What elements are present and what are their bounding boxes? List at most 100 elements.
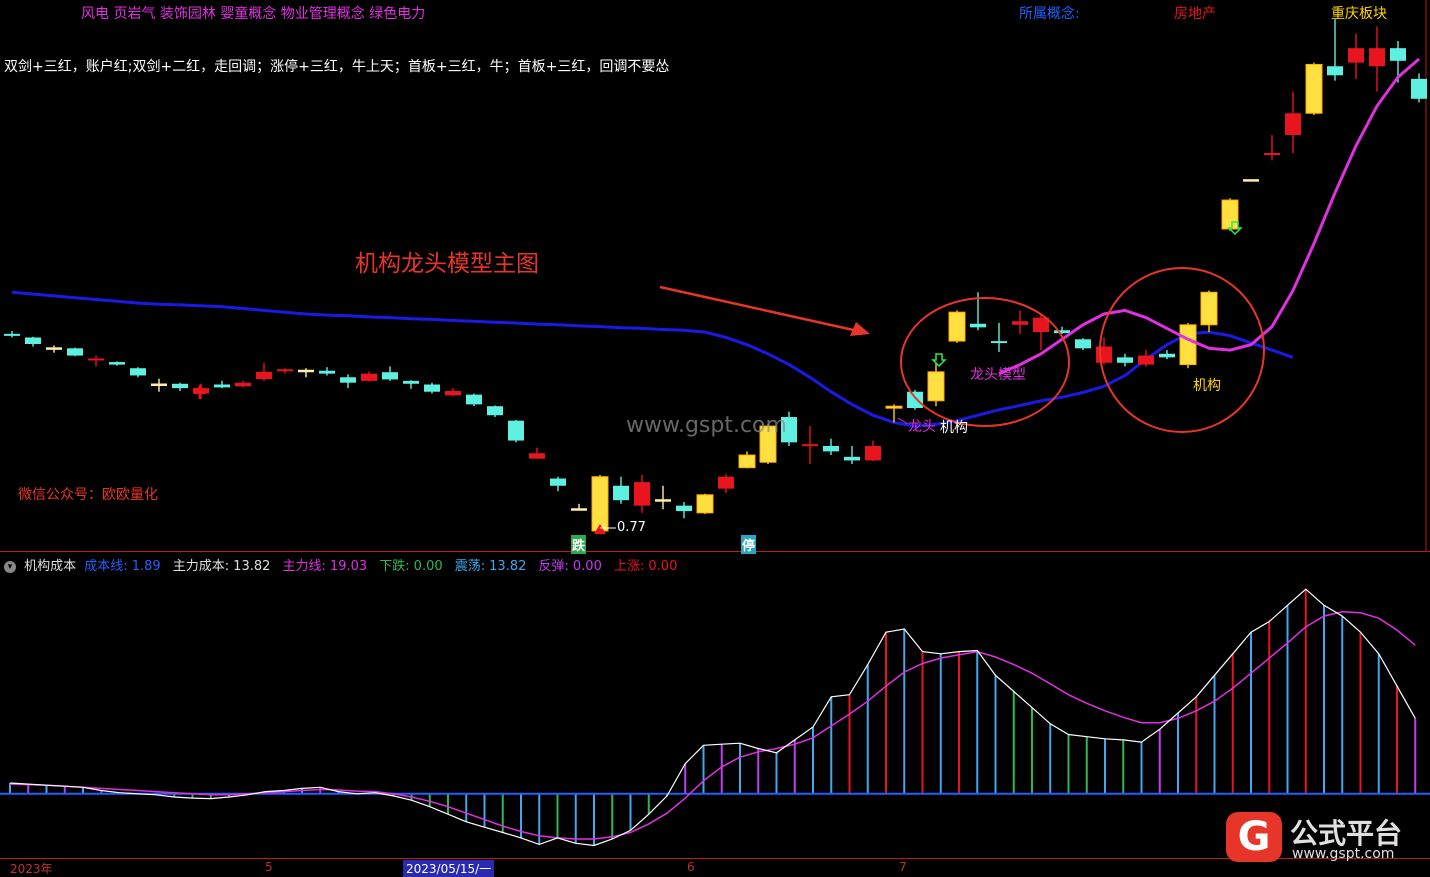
collapse-icon[interactable]: ▾ <box>4 560 16 573</box>
panel-divider <box>0 551 1430 552</box>
indicator-chart[interactable] <box>0 553 1430 859</box>
candle-body <box>214 384 230 388</box>
candle <box>676 502 692 519</box>
candle-body <box>802 444 818 447</box>
candle <box>1264 134 1280 161</box>
candle-body <box>508 420 524 441</box>
candle-body <box>319 370 335 374</box>
candle-body <box>1411 78 1427 99</box>
candle-body <box>948 311 966 342</box>
candle <box>508 419 524 443</box>
candle <box>550 476 566 492</box>
candle-body <box>340 377 356 383</box>
candle <box>487 405 503 418</box>
candle-body <box>718 476 734 489</box>
logo-url: www.gspt.com <box>1292 846 1395 862</box>
candle <box>277 368 293 374</box>
signal-arrow-icon <box>931 353 947 368</box>
date-label-year: 2023年 <box>10 862 53 876</box>
candle-body <box>970 323 986 328</box>
candle-body <box>823 445 839 452</box>
candle-body <box>382 372 398 380</box>
candle <box>256 362 272 381</box>
candle <box>319 367 335 376</box>
industry-label[interactable]: 房地产 <box>1174 3 1216 23</box>
dragon-model-label: 龙头模型 <box>970 367 1026 383</box>
down-signal-badge: 跌 <box>571 535 587 554</box>
candle <box>109 361 125 366</box>
candle-body <box>4 333 20 336</box>
candle <box>927 362 945 407</box>
candle-body <box>1305 63 1323 114</box>
candle <box>1243 179 1259 182</box>
candle <box>1369 26 1385 92</box>
candle <box>802 426 818 465</box>
candle-body <box>1264 153 1280 156</box>
candle-body <box>1200 291 1218 326</box>
date-axis <box>0 858 1430 859</box>
candle <box>1075 338 1091 351</box>
candle <box>718 474 734 493</box>
candle-body <box>634 482 650 506</box>
candle-body <box>130 368 146 376</box>
indicator-name[interactable]: 机构成本 <box>24 559 76 574</box>
indicator-magenta-line <box>9 611 1416 840</box>
candle-body <box>885 405 903 409</box>
candle <box>738 451 756 469</box>
candle-body <box>696 494 714 514</box>
limit-signal-badge: 停 <box>741 535 757 554</box>
candle <box>529 447 545 459</box>
cost-line-legend: 成本线: 1.89 <box>84 559 161 574</box>
candle-body <box>571 508 587 511</box>
candle-body <box>403 380 419 384</box>
candle-body <box>277 369 293 372</box>
belong-concept-label[interactable]: 所属概念: <box>1019 3 1080 23</box>
institution-label-1: 机构 <box>940 420 968 436</box>
price-chart[interactable] <box>0 0 1430 551</box>
candle <box>655 485 671 510</box>
candle <box>1012 310 1028 334</box>
candle-body <box>529 453 545 459</box>
candle <box>1348 33 1364 79</box>
strategy-text: 双剑+三红，账户红;双剑+二红，走回调；涨停+三红，牛上天；首板+三红，牛；首板… <box>4 59 670 75</box>
date-cursor-box: 2023/05/15/一 <box>403 860 495 877</box>
region-label[interactable]: 重庆板块 <box>1331 3 1387 23</box>
indicator-bars <box>0 589 1430 846</box>
candle <box>340 374 356 389</box>
candle-body <box>1012 321 1028 325</box>
candle-body <box>151 383 167 386</box>
candle <box>948 310 966 343</box>
up-legend: 上涨: 0.00 <box>614 559 678 574</box>
candle-body <box>1096 346 1112 363</box>
candle-body <box>991 341 1007 344</box>
candle-body <box>865 445 881 461</box>
candle-body <box>466 394 482 405</box>
candle <box>823 438 839 456</box>
candle <box>25 336 41 347</box>
candle-body <box>1285 113 1301 135</box>
candle <box>88 355 104 367</box>
candle-body <box>927 371 945 402</box>
candle <box>991 323 1007 352</box>
candle <box>151 378 167 392</box>
candle <box>907 389 923 410</box>
candle-body <box>1221 199 1239 230</box>
candle-body <box>1369 48 1385 67</box>
shock-legend: 震荡: 13.82 <box>454 559 527 574</box>
candle <box>1327 19 1343 81</box>
candles <box>4 19 1427 533</box>
candle <box>361 371 377 382</box>
candle <box>1179 323 1197 369</box>
concept-list: 风电 页岩气 装饰园林 婴童概念 物业管理概念 绿色电力 <box>81 6 426 22</box>
pointer-arrow-line <box>659 285 859 333</box>
candle-body <box>361 373 377 381</box>
candle-body <box>235 382 251 387</box>
candle <box>1138 350 1154 367</box>
candle-body <box>88 358 104 361</box>
candle-body <box>655 499 671 502</box>
candle <box>298 368 314 378</box>
indicator-legend: ▾ 机构成本 成本线: 1.89 主力成本: 13.82 主力线: 19.03 下跌:… <box>4 555 685 574</box>
candle <box>696 493 714 514</box>
watermark: www.gspt.com <box>626 413 787 438</box>
candle <box>445 388 461 397</box>
